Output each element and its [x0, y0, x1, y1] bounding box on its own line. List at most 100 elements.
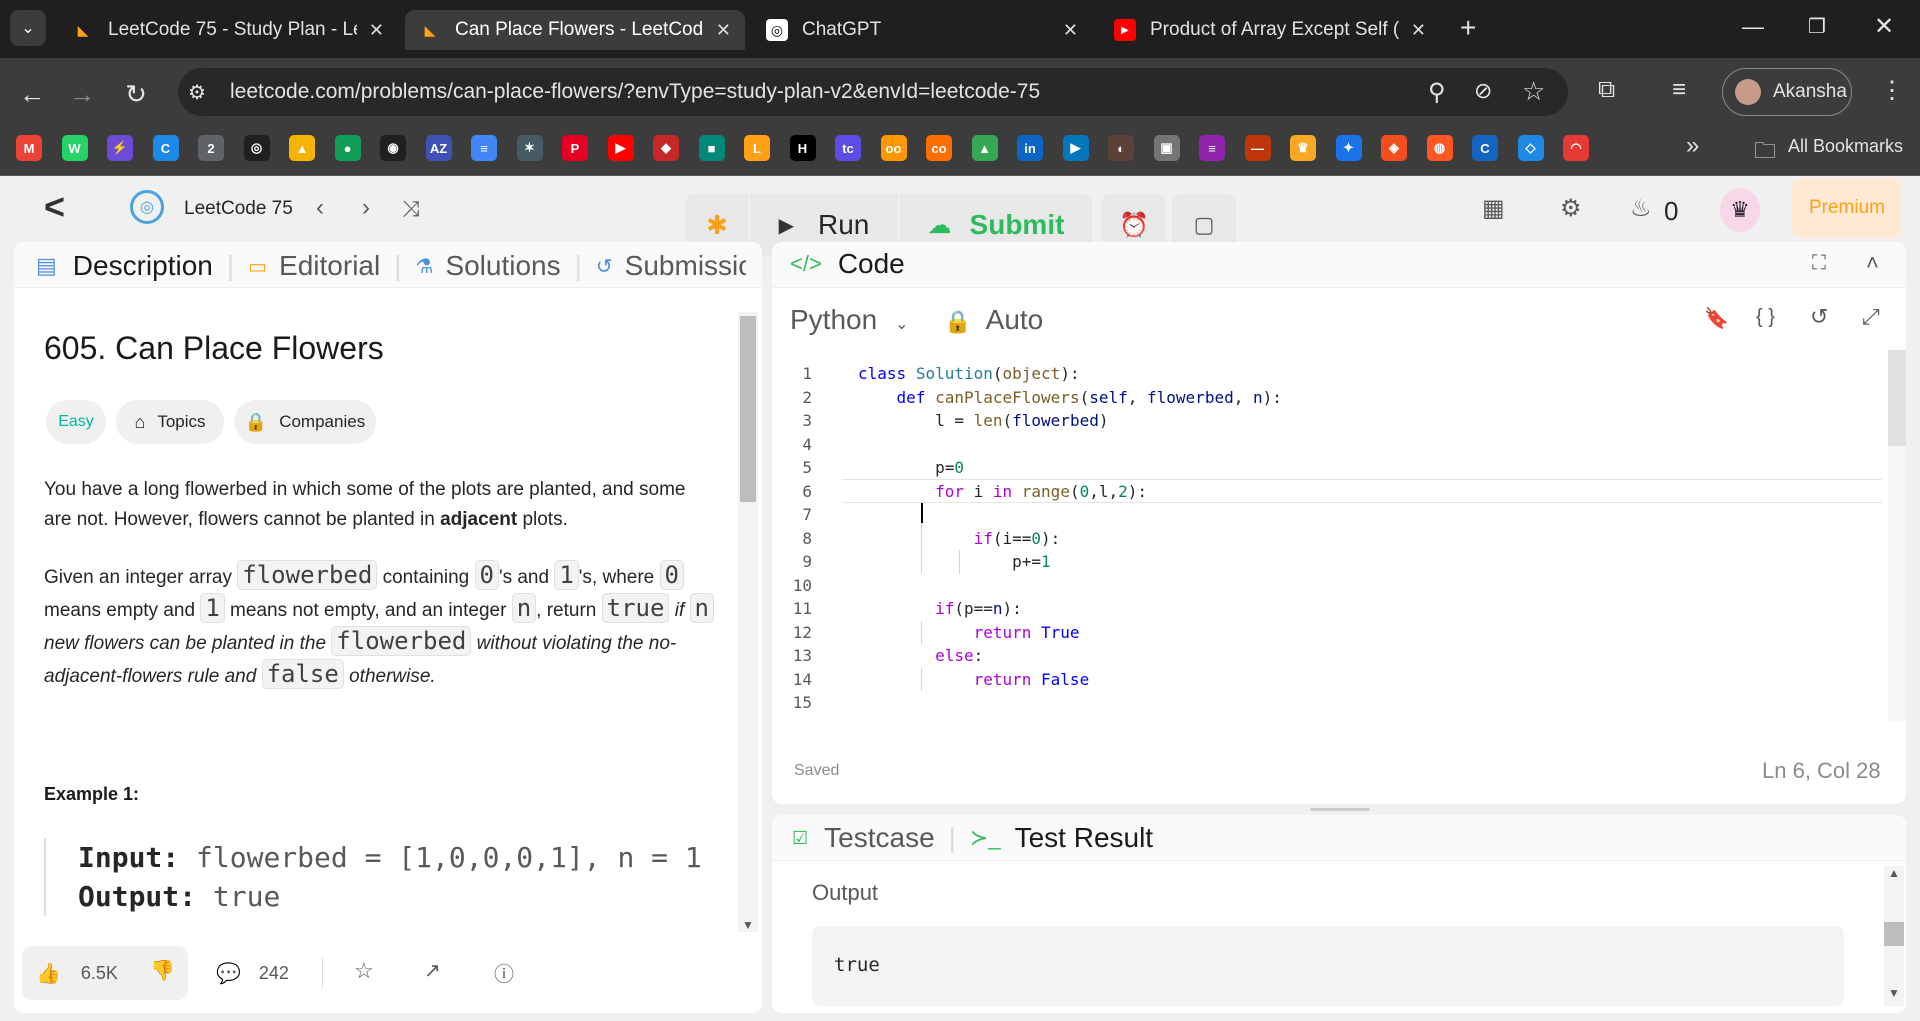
green-dot-icon[interactable]: ● — [334, 135, 361, 161]
code-line[interactable]: 14 return False — [772, 668, 1089, 692]
topics-button[interactable]: ⌂ Topics — [116, 400, 224, 444]
profile-button[interactable]: Akansha — [1722, 68, 1852, 116]
blue-icon[interactable]: ◇ — [1517, 135, 1544, 161]
minimize-icon[interactable]: — — [1742, 14, 1764, 40]
close-icon[interactable]: ✕ — [369, 20, 384, 41]
pinterest-icon[interactable]: P — [562, 135, 588, 161]
tab-testcase[interactable]: Testcase — [824, 822, 935, 854]
code-line[interactable]: 1 class Solution(object): — [772, 362, 1079, 386]
whatsapp-icon[interactable]: W — [61, 135, 88, 161]
code-editor[interactable]: 1 class Solution(object): 2 def canPlaceFl… — [772, 362, 1886, 722]
code-line[interactable]: 3 l = len(flowerbed) — [772, 409, 1108, 433]
study-plan-title[interactable]: LeetCode 75 — [184, 198, 293, 220]
streak-flame-icon[interactable]: ♨ — [1630, 194, 1652, 223]
play-icon[interactable]: ▶ — [1062, 135, 1089, 161]
scrollbar-thumb[interactable] — [1884, 922, 1904, 946]
new-tab-button[interactable]: + — [1460, 12, 1476, 44]
meet-icon[interactable]: ■ — [698, 135, 725, 161]
star-icon[interactable]: ☆ — [354, 958, 374, 984]
github-icon[interactable]: ◉ — [380, 135, 406, 161]
tab-submissions[interactable]: Submissions — [625, 250, 746, 282]
spark-icon[interactable]: ✶ — [516, 135, 543, 161]
browser-tab-study-plan[interactable]: ◣ LeetCode 75 - Study Plan - Leet ✕ — [58, 10, 398, 50]
close-icon[interactable]: ✕ — [1411, 20, 1426, 41]
collapse-icon[interactable]: ˄ — [1866, 250, 1879, 276]
fullscreen-icon[interactable]: ⤢ — [1862, 304, 1880, 330]
gemini-icon[interactable]: ✦ — [1335, 135, 1362, 161]
code-line[interactable]: 5 p=0 — [772, 456, 964, 480]
scrollbar-thumb[interactable] — [1888, 350, 1906, 446]
grad-icon[interactable]: ♛ — [1290, 135, 1316, 161]
eye-off-icon[interactable]: ⊘ — [1474, 78, 1492, 104]
tc-icon[interactable]: tc — [835, 135, 861, 161]
openai-icon[interactable]: ◎ — [243, 135, 270, 161]
code-line[interactable]: 13 else: — [772, 644, 984, 668]
oo-icon[interactable]: oo — [880, 135, 907, 161]
extensions-icon[interactable]: ⧉ — [1598, 76, 1615, 104]
maximize-icon[interactable]: ⛶ — [1812, 252, 1826, 275]
help-icon[interactable]: ⓘ — [494, 958, 514, 987]
hackerrank-icon[interactable]: H — [789, 135, 816, 161]
thumbs-down-icon[interactable]: 👎 — [150, 958, 175, 983]
next-problem-icon[interactable]: › — [362, 194, 370, 222]
bookmark-icon[interactable]: 🔖 — [1704, 306, 1729, 331]
docs-icon[interactable]: ≡ — [471, 135, 497, 161]
site-info-icon[interactable]: ⚙ — [188, 80, 206, 105]
restore-icon[interactable]: ❐ — [1808, 14, 1826, 39]
panel-resize-handle[interactable] — [1310, 808, 1370, 811]
az-icon[interactable]: AZ — [425, 135, 452, 161]
leetcode-icon[interactable]: L — [744, 135, 770, 161]
img-icon[interactable]: ▣ — [1153, 135, 1180, 161]
scrollbar-thumb[interactable] — [740, 316, 756, 502]
scroll-down-icon[interactable]: ▼ — [738, 918, 758, 932]
orange-icon[interactable]: ◍ — [1426, 135, 1453, 161]
reset-icon[interactable]: ↺ — [1810, 304, 1828, 330]
close-window-icon[interactable]: ✕ — [1874, 12, 1894, 41]
prev-problem-icon[interactable]: ‹ — [316, 194, 324, 222]
share-icon[interactable]: ↗ — [424, 958, 441, 983]
format-braces-icon[interactable]: { } — [1756, 306, 1775, 329]
youtube-icon[interactable]: ▶ — [607, 135, 634, 161]
codechef-icon[interactable]: ◐ — [1108, 135, 1134, 161]
bookmark-star-icon[interactable]: ☆ — [1522, 76, 1545, 107]
difficulty-badge[interactable]: Easy — [46, 400, 106, 444]
result-scrollbar[interactable]: ▲ ▼ — [1884, 866, 1904, 1006]
bolt-icon[interactable]: ⚡ — [107, 135, 133, 161]
editor-scrollbar[interactable] — [1888, 350, 1906, 722]
reload-icon[interactable]: ↻ — [118, 76, 154, 112]
c2-icon[interactable]: C — [1472, 135, 1498, 161]
browser-tab-product-array[interactable]: ▶ Product of Array Except Self (Le ✕ — [1100, 10, 1440, 50]
zoom-icon[interactable]: ⚲ — [1428, 78, 1446, 107]
shuffle-icon[interactable]: ⤨ — [402, 196, 420, 222]
premium-button[interactable]: Premium — [1792, 178, 1902, 238]
tab-search-button[interactable]: ⌄ — [10, 10, 46, 46]
scroll-down-icon[interactable]: ▼ — [1884, 986, 1904, 1000]
all-bookmarks-button[interactable]: All Bookmarks — [1788, 136, 1903, 157]
media-icon[interactable]: ≡ — [1672, 76, 1686, 104]
code-line[interactable]: 10 — [772, 574, 858, 598]
list-icon[interactable]: ≡ — [1199, 135, 1225, 161]
code-line[interactable]: 15 — [772, 691, 858, 715]
url-text[interactable]: leetcode.com/problems/can-place-flowers/… — [230, 80, 1040, 104]
two-icon[interactable]: 2 — [198, 135, 224, 161]
leetcode-logo[interactable]: < — [44, 186, 80, 227]
linkedin-icon[interactable]: in — [1017, 135, 1043, 161]
browser-tab-can-place-flowers[interactable]: ◣ Can Place Flowers - LeetCode ✕ — [405, 10, 745, 50]
gmail-icon[interactable]: M — [16, 135, 42, 161]
code-line[interactable]: 2 def canPlaceFlowers(self, flowerbed, n… — [772, 386, 1282, 410]
co-icon[interactable]: co — [926, 135, 952, 161]
code-line[interactable]: 9 p+=1 — [772, 550, 1050, 574]
code-line[interactable]: 8 if(i==0): — [772, 527, 1060, 551]
settings-gear-icon[interactable]: ⚙ — [1560, 194, 1582, 223]
menu-icon[interactable]: ⋮ — [1880, 76, 1904, 105]
auto-mode[interactable]: 🔒 Auto — [944, 304, 1043, 336]
like-button[interactable]: 👍 6.5K — [36, 958, 118, 988]
code-line[interactable]: 4 — [772, 433, 858, 457]
code-line[interactable]: 12 return True — [772, 621, 1080, 645]
code-line[interactable]: 7 — [772, 503, 858, 527]
close-icon[interactable]: ✕ — [1063, 20, 1078, 41]
close-icon[interactable]: ✕ — [716, 20, 731, 41]
dash-icon[interactable]: — — [1244, 135, 1271, 161]
layout-icon[interactable]: ▦ — [1482, 194, 1505, 223]
user-avatar[interactable]: ♛ — [1720, 188, 1760, 232]
